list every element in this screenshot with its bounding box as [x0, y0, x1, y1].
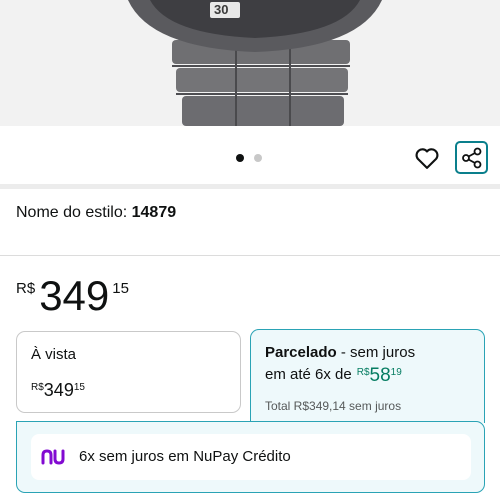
- pagination-dot-1[interactable]: [236, 154, 244, 162]
- avista-label: À vista: [31, 346, 77, 363]
- share-icon: [462, 147, 482, 169]
- avista-whole: 349: [43, 380, 74, 400]
- parcelado-title: Parcelado - sem juros: [265, 344, 415, 361]
- price-cents: 15: [112, 280, 129, 297]
- section-divider: [0, 184, 500, 189]
- installment-whole: 58: [369, 365, 391, 386]
- nupay-label: 6x sem juros em NuPay Crédito: [79, 448, 291, 465]
- nu-logo: [41, 449, 65, 465]
- heart-icon[interactable]: [413, 144, 441, 172]
- main-price: R$ 349 15: [16, 274, 129, 318]
- style-name-label: Nome do estilo:: [16, 204, 128, 221]
- section-divider: [0, 255, 500, 256]
- payment-option-parcelado[interactable]: Parcelado - sem juros em até 6x de R$ 58…: [250, 329, 485, 423]
- watch-dial-number: 30: [214, 2, 229, 17]
- avista-price: R$ 349 15: [31, 380, 85, 400]
- nupay-option[interactable]: 6x sem juros em NuPay Crédito: [31, 434, 471, 480]
- nupay-section: 6x sem juros em NuPay Crédito: [16, 421, 485, 493]
- price-currency: R$: [16, 280, 36, 297]
- installment-currency: R$: [356, 367, 370, 378]
- installments-prefix: em até 6x de: [265, 366, 352, 383]
- style-name-row: Nome do estilo: 14879: [16, 204, 176, 222]
- product-image[interactable]: 30: [0, 0, 500, 126]
- parcelado-total: Total R$349,14 sem juros: [265, 399, 402, 413]
- pagination-dot-2[interactable]: [254, 154, 262, 162]
- avista-cents: 15: [73, 382, 85, 393]
- avista-currency: R$: [31, 382, 44, 393]
- parcelado-title-bold: Parcelado: [265, 344, 337, 361]
- image-pagination-dots[interactable]: [236, 154, 262, 162]
- installment-cents: 19: [390, 367, 402, 378]
- price-whole: 349: [39, 272, 110, 319]
- style-name-value: 14879: [131, 204, 177, 221]
- parcelado-installments: em até 6x de R$ 58 19: [265, 366, 402, 386]
- share-button[interactable]: [455, 141, 488, 174]
- payment-option-avista[interactable]: À vista R$ 349 15: [16, 331, 241, 413]
- parcelado-title-suffix: - sem juros: [336, 344, 416, 361]
